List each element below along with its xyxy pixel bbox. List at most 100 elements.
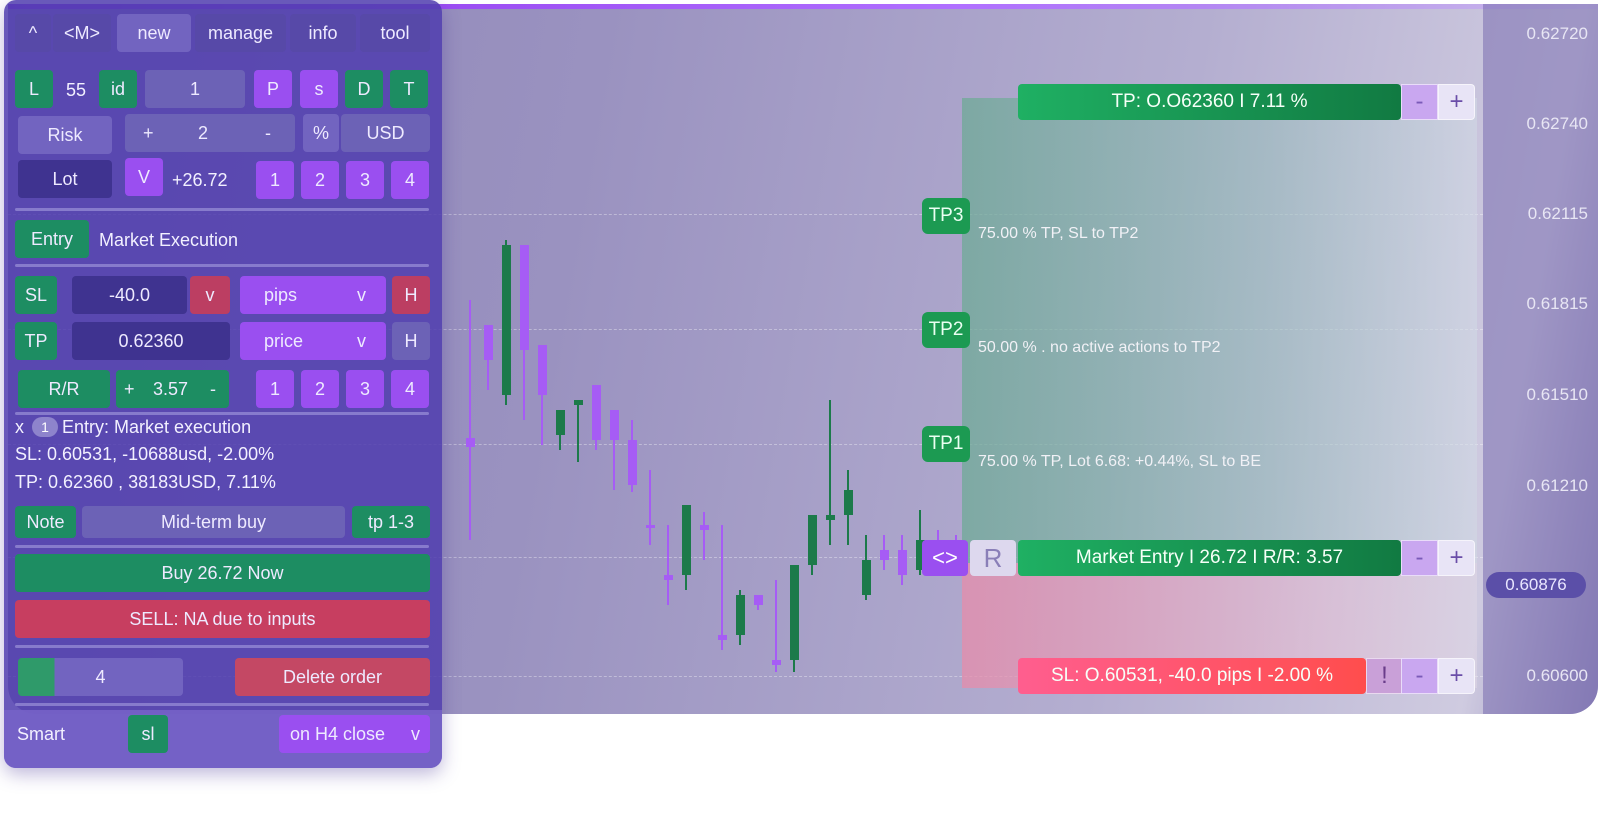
id-button[interactable]: id <box>99 70 137 108</box>
sl-unit-select[interactable]: pips v <box>240 276 386 314</box>
tp1-tag[interactable]: TP1 <box>922 426 970 462</box>
sl-alert-button[interactable]: ! <box>1366 658 1403 694</box>
minimize-button[interactable]: <M> <box>53 14 111 52</box>
take-profit-line-label[interactable]: TP: O.O62360 I 7.11 % <box>1018 84 1401 120</box>
price-level-label: 0.62740 <box>1526 114 1588 133</box>
tp2-tag[interactable]: TP2 <box>922 312 970 348</box>
delete-order-button[interactable]: Delete order <box>235 658 430 696</box>
chevron-down-icon: v <box>411 724 420 744</box>
lot-preset-3[interactable]: 3 <box>346 161 384 199</box>
order-summary-line-2: SL: 0.60531, -10688usd, -2.00% <box>15 444 275 464</box>
rr-value: 3.57 <box>153 379 189 399</box>
lot-preset-4[interactable]: 4 <box>391 161 429 199</box>
rr-preset-1[interactable]: 1 <box>256 370 294 408</box>
magic-number: 55 <box>66 80 87 100</box>
tp2-description: 50.00 % . no active actions to TP2 <box>978 339 1221 356</box>
lot-preset-1[interactable]: 1 <box>256 161 294 199</box>
lot-value: +26.72 <box>172 170 228 190</box>
price-axis[interactable]: 0.62720 0.62740 0.62115 0.61815 0.61510 … <box>1483 4 1598 714</box>
entry-type: Market Execution <box>99 230 239 250</box>
volume-toggle[interactable]: V <box>125 158 163 196</box>
smart-mode-select[interactable]: on H4 close v <box>279 715 430 753</box>
stop-loss-line-label[interactable]: SL: O.60531, -40.0 pips I -2.00 % <box>1018 658 1366 694</box>
currency-toggle[interactable]: USD <box>341 114 430 152</box>
smart-mode-value: on H4 close <box>290 724 386 744</box>
risk-button[interactable]: Risk <box>18 116 112 154</box>
sell-button[interactable]: SELL: NA due to inputs <box>15 600 430 638</box>
rr-preset-2[interactable]: 2 <box>301 370 339 408</box>
chevron-down-icon: v <box>357 285 366 305</box>
rr-increase[interactable]: + <box>124 370 135 408</box>
risk-stepper[interactable]: + 2 - <box>125 114 295 152</box>
lot-preset-2[interactable]: 2 <box>301 161 339 199</box>
divider <box>15 264 429 267</box>
t-button[interactable]: T <box>390 70 428 108</box>
tab-manage[interactable]: manage <box>195 14 286 52</box>
percent-toggle[interactable]: % <box>303 114 339 152</box>
tab-info[interactable]: info <box>290 14 356 52</box>
p-button[interactable]: P <box>254 70 292 108</box>
divider <box>15 412 429 415</box>
entry-decrease-button[interactable]: - <box>1401 540 1438 576</box>
smart-sl-toggle[interactable]: sl <box>128 715 168 753</box>
risk-value: 2 <box>198 123 209 143</box>
trading-app: 0.62720 0.62740 0.62115 0.61815 0.61510 … <box>0 0 1605 830</box>
price-level-label: 0.61210 <box>1526 476 1588 495</box>
market-entry-line-label[interactable]: Market Entry I 26.72 I R/R: 3.57 <box>1018 540 1401 576</box>
price-level-label: 0.61510 <box>1526 385 1588 404</box>
tp3-description: 75.00 % TP, SL to TP2 <box>978 225 1139 242</box>
order-summary-line-1: x 1 Entry: Market execution <box>15 417 251 438</box>
rr-decrease[interactable]: - <box>210 370 216 408</box>
tp1-description: 75.00 % TP, Lot 6.68: +0.44%, SL to BE <box>978 453 1262 470</box>
pending-orders-field[interactable]: 4 <box>18 658 183 696</box>
tp-unit-select[interactable]: price v <box>240 322 386 360</box>
note-button[interactable]: Note <box>15 506 76 538</box>
line-toggle-button[interactable]: L <box>15 70 53 108</box>
take-profit-zone <box>962 98 1477 563</box>
chevron-down-icon: v <box>357 331 366 351</box>
tab-tool[interactable]: tool <box>360 14 430 52</box>
tp-range-tag[interactable]: tp 1-3 <box>352 506 430 538</box>
tp-button[interactable]: TP <box>15 322 57 360</box>
collapse-button[interactable]: ^ <box>15 14 51 52</box>
reset-button[interactable]: R <box>970 540 1016 576</box>
note-input[interactable]: Mid-term buy <box>82 506 345 538</box>
tp-hide-button[interactable]: H <box>392 322 430 360</box>
id-input[interactable]: 1 <box>145 70 245 108</box>
risk-increase[interactable]: + <box>143 114 154 152</box>
risk-decrease[interactable]: - <box>265 114 271 152</box>
tp-increase-button[interactable]: + <box>1438 84 1475 120</box>
sl-decrease-button[interactable]: - <box>1401 658 1438 694</box>
entry-button[interactable]: Entry <box>15 220 89 258</box>
tp3-tag[interactable]: TP3 <box>922 198 970 234</box>
sl-input[interactable]: -40.0 <box>72 276 187 314</box>
d-button[interactable]: D <box>345 70 383 108</box>
buy-now-button[interactable]: Buy 26.72 Now <box>15 554 430 592</box>
price-level-label: 0.60600 <box>1526 666 1588 685</box>
tp-decrease-button[interactable]: - <box>1401 84 1438 120</box>
risk-reward-button[interactable]: R/R <box>18 370 110 408</box>
risk-reward-stepper[interactable]: + 3.57 - <box>116 370 229 408</box>
tab-new[interactable]: new <box>117 14 191 52</box>
price-level-label: 0.61815 <box>1526 294 1588 313</box>
divider <box>15 703 429 706</box>
divider <box>15 208 429 211</box>
s-button[interactable]: s <box>300 70 338 108</box>
sl-hide-button[interactable]: H <box>392 276 430 314</box>
price-level-label: 0.62720 <box>1526 24 1588 43</box>
sl-increase-button[interactable]: + <box>1438 658 1475 694</box>
rr-preset-3[interactable]: 3 <box>346 370 384 408</box>
lot-button[interactable]: Lot <box>18 160 112 198</box>
entry-increase-button[interactable]: + <box>1438 540 1475 576</box>
order-count-badge: 1 <box>32 417 58 437</box>
rr-preset-4[interactable]: 4 <box>391 370 429 408</box>
close-summary-button[interactable]: x <box>15 417 24 437</box>
summary-entry: Entry: Market execution <box>62 417 252 437</box>
smart-label: Smart <box>17 724 66 744</box>
drag-handle-button[interactable]: <> <box>922 540 968 576</box>
sl-button[interactable]: SL <box>15 276 57 314</box>
tp-unit-value: price <box>264 331 304 351</box>
divider <box>15 645 429 648</box>
sl-dropdown-toggle[interactable]: v <box>190 276 230 314</box>
tp-input[interactable]: 0.62360 <box>72 322 230 360</box>
